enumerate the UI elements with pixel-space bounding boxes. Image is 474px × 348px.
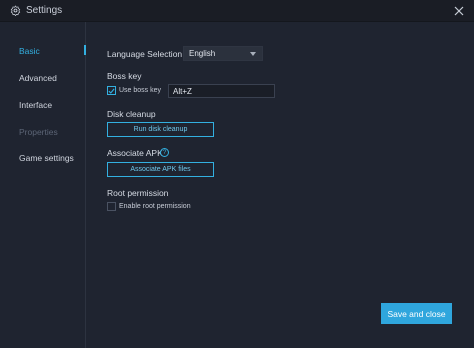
boss-key-input[interactable]: Alt+Z — [168, 84, 275, 98]
use-boss-key-checkbox[interactable] — [107, 86, 116, 95]
associate-apk-button[interactable]: Associate APK files — [107, 162, 214, 177]
language-value: English — [189, 49, 216, 58]
run-disk-cleanup-button[interactable]: Run disk cleanup — [107, 122, 214, 137]
sidebar-item-interface[interactable]: Interface — [19, 100, 52, 110]
gear-icon — [9, 5, 21, 17]
sidebar-item-game-settings[interactable]: Game settings — [19, 153, 74, 163]
boss-key-value: Alt+Z — [173, 86, 192, 96]
checkmark-icon — [108, 88, 115, 94]
use-boss-key-label: Use boss key — [119, 87, 162, 94]
enable-root-checkbox[interactable] — [107, 202, 116, 211]
language-select[interactable]: English — [183, 46, 263, 61]
settings-content: Language Selection English Boss key Use … — [87, 22, 474, 348]
help-icon[interactable]: ? — [160, 148, 169, 157]
close-icon[interactable] — [452, 4, 466, 18]
associate-apk-label: Associate APK — [107, 148, 163, 158]
active-tab-indicator — [84, 45, 86, 55]
sidebar-item-advanced[interactable]: Advanced — [19, 73, 57, 83]
enable-root-label: Enable root permission — [119, 203, 191, 210]
window-title: Settings — [26, 5, 63, 16]
boss-key-label: Boss key — [107, 71, 142, 81]
sidebar-item-properties: Properties — [19, 127, 58, 137]
sidebar-item-basic[interactable]: Basic — [19, 46, 40, 56]
disk-cleanup-label: Disk cleanup — [107, 109, 156, 119]
settings-sidebar: Basic Advanced Interface Properties Game… — [0, 22, 86, 348]
save-and-close-button[interactable]: Save and close — [381, 303, 452, 324]
language-label: Language Selection — [107, 49, 183, 59]
title-bar: Settings — [0, 0, 474, 22]
chevron-down-icon — [250, 52, 256, 56]
root-permission-label: Root permission — [107, 188, 169, 198]
